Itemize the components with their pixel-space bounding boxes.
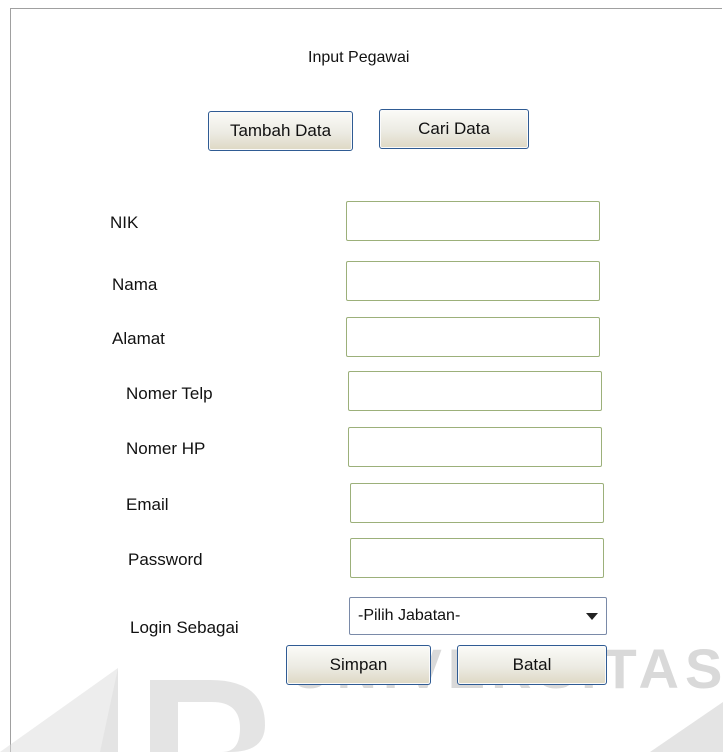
form-title: Input Pegawai (308, 49, 410, 66)
dropdown-arrow-icon[interactable] (586, 613, 598, 620)
email-label: Email (126, 495, 169, 514)
nomer-hp-label: Nomer HP (126, 439, 206, 458)
nomer-hp-input[interactable] (348, 427, 602, 467)
nama-input[interactable] (346, 261, 600, 301)
tambah-data-button[interactable]: Tambah Data (208, 111, 353, 151)
email-input[interactable] (350, 483, 604, 523)
password-input[interactable] (350, 538, 604, 578)
nomer-telp-input[interactable] (348, 371, 602, 411)
alamat-label: Alamat (112, 329, 165, 348)
nomer-telp-label: Nomer Telp (126, 384, 213, 403)
jabatan-select[interactable]: -Pilih Jabatan- (349, 597, 607, 635)
batal-button[interactable]: Batal (457, 645, 607, 685)
alamat-input[interactable] (346, 317, 600, 357)
nik-label: NIK (110, 213, 139, 232)
jabatan-selected-value: -Pilih Jabatan- (358, 607, 461, 624)
nama-label: Nama (112, 275, 158, 294)
login-sebagai-label: Login Sebagai (130, 618, 239, 637)
nik-input[interactable] (346, 201, 600, 241)
simpan-button[interactable]: Simpan (286, 645, 431, 685)
password-label: Password (128, 550, 203, 569)
cari-data-button[interactable]: Cari Data (379, 109, 529, 149)
